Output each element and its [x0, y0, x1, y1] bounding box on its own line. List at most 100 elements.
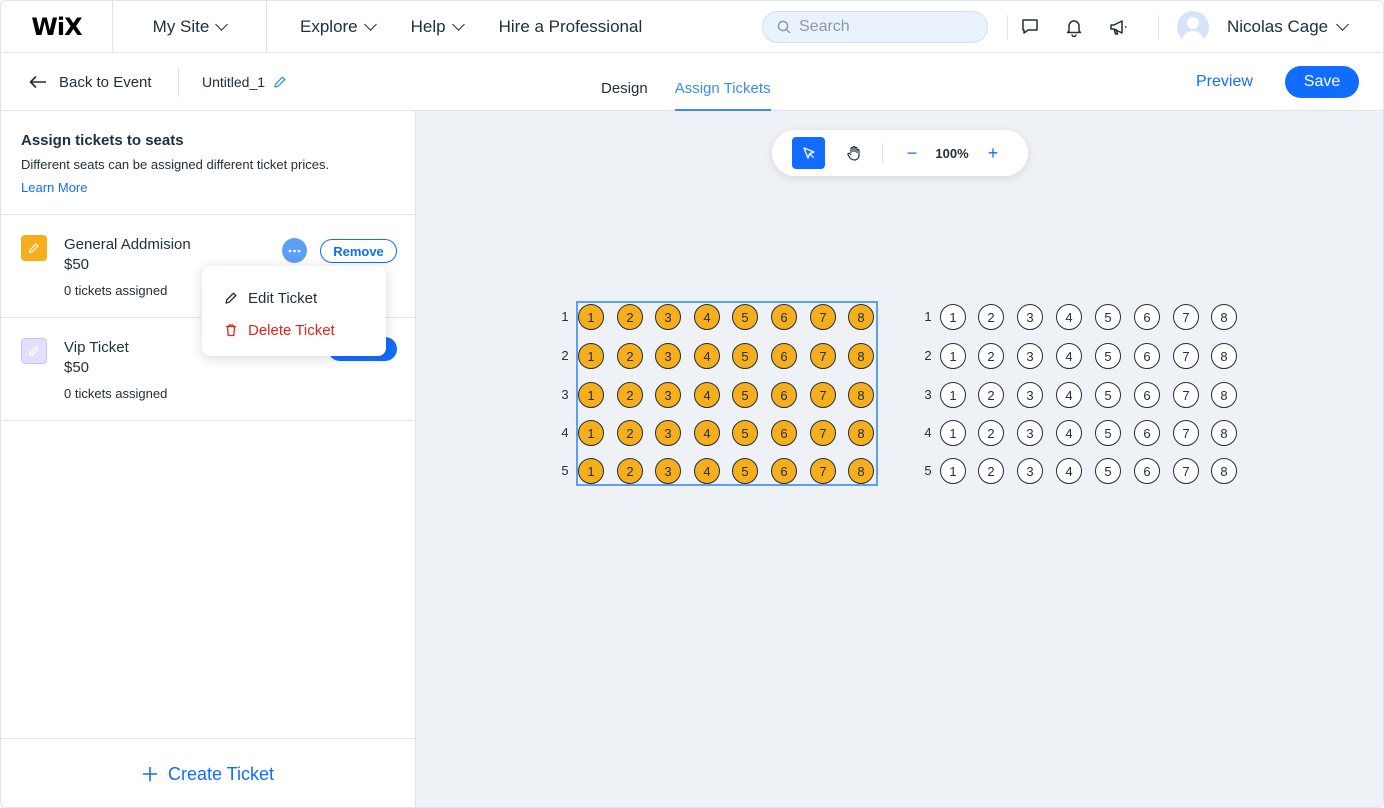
seat[interactable]: 6 [1134, 382, 1160, 408]
seat[interactable]: 6 [1134, 458, 1160, 484]
seat[interactable]: 6 [771, 343, 797, 369]
seat[interactable]: 1 [578, 382, 604, 408]
seat[interactable]: 2 [617, 382, 643, 408]
seat[interactable]: 4 [1056, 382, 1082, 408]
seat[interactable]: 4 [1056, 343, 1082, 369]
chat-button[interactable] [1008, 1, 1052, 53]
seat[interactable]: 1 [578, 304, 604, 330]
seat[interactable]: 5 [732, 420, 758, 446]
seat[interactable]: 2 [978, 420, 1004, 446]
menu-item-edit-ticket[interactable]: Edit Ticket [202, 282, 386, 314]
wix-logo[interactable]: WiX [1, 1, 113, 53]
seat[interactable]: 7 [810, 458, 836, 484]
nav-hire-professional[interactable]: Hire a Professional [499, 17, 643, 37]
tab-assign-tickets[interactable]: Assign Tickets [674, 53, 771, 111]
back-to-event-link[interactable]: Back to Event [29, 53, 152, 111]
seat[interactable]: 7 [810, 420, 836, 446]
seat[interactable]: 5 [1095, 304, 1121, 330]
seat[interactable]: 8 [848, 343, 874, 369]
seat[interactable]: 6 [771, 458, 797, 484]
seat[interactable]: 4 [1056, 420, 1082, 446]
seat[interactable]: 5 [732, 458, 758, 484]
seat[interactable]: 3 [655, 458, 681, 484]
zoom-out-button[interactable]: − [902, 140, 922, 166]
seat[interactable]: 7 [1173, 382, 1199, 408]
seat[interactable]: 5 [732, 382, 758, 408]
seat[interactable]: 4 [694, 458, 720, 484]
seat[interactable]: 7 [1173, 420, 1199, 446]
seat[interactable]: 5 [1095, 458, 1121, 484]
seat[interactable]: 8 [1211, 304, 1237, 330]
seat[interactable]: 8 [1211, 458, 1237, 484]
seat[interactable]: 4 [694, 304, 720, 330]
seat[interactable]: 6 [1134, 343, 1160, 369]
seat[interactable]: 3 [1017, 343, 1043, 369]
seat[interactable]: 1 [578, 420, 604, 446]
seat[interactable]: 8 [848, 382, 874, 408]
seat[interactable]: 2 [978, 304, 1004, 330]
seat[interactable]: 6 [1134, 304, 1160, 330]
hand-tool-button[interactable] [838, 137, 870, 169]
create-ticket-button[interactable]: Create Ticket [1, 738, 415, 807]
announcements-button[interactable] [1096, 1, 1140, 53]
seat[interactable]: 4 [1056, 458, 1082, 484]
user-menu[interactable]: Nicolas Cage [1177, 1, 1349, 53]
select-tool-button[interactable] [792, 137, 825, 169]
seat[interactable]: 6 [771, 420, 797, 446]
seat[interactable]: 1 [940, 420, 966, 446]
seat[interactable]: 3 [655, 382, 681, 408]
learn-more-link[interactable]: Learn More [21, 180, 87, 195]
seat[interactable]: 8 [848, 304, 874, 330]
seat[interactable]: 2 [978, 343, 1004, 369]
seat[interactable]: 3 [655, 420, 681, 446]
seat[interactable]: 1 [578, 458, 604, 484]
seat[interactable]: 3 [1017, 420, 1043, 446]
seat[interactable]: 2 [978, 382, 1004, 408]
seat[interactable]: 2 [617, 420, 643, 446]
seat[interactable]: 3 [655, 343, 681, 369]
seat[interactable]: 7 [810, 343, 836, 369]
seat[interactable]: 1 [578, 343, 604, 369]
seat[interactable]: 5 [732, 343, 758, 369]
tab-design[interactable]: Design [601, 53, 648, 111]
seat[interactable]: 1 [940, 458, 966, 484]
seat[interactable]: 1 [940, 343, 966, 369]
save-button[interactable]: Save [1285, 66, 1359, 98]
nav-explore[interactable]: Explore [300, 17, 377, 37]
seat[interactable]: 7 [1173, 458, 1199, 484]
seat[interactable]: 3 [1017, 458, 1043, 484]
seat[interactable]: 4 [694, 343, 720, 369]
seat[interactable]: 8 [1211, 343, 1237, 369]
seat[interactable]: 8 [848, 420, 874, 446]
seat[interactable]: 7 [1173, 304, 1199, 330]
seat[interactable]: 5 [732, 304, 758, 330]
seat[interactable]: 3 [1017, 382, 1043, 408]
seat[interactable]: 2 [617, 343, 643, 369]
seat[interactable]: 3 [1017, 304, 1043, 330]
seat[interactable]: 5 [1095, 343, 1121, 369]
seat[interactable]: 4 [1056, 304, 1082, 330]
seat[interactable]: 7 [810, 304, 836, 330]
nav-help[interactable]: Help [411, 17, 465, 37]
seat[interactable]: 1 [940, 304, 966, 330]
document-title[interactable]: Untitled_1 [202, 53, 287, 111]
seat[interactable]: 5 [1095, 382, 1121, 408]
my-site-menu[interactable]: My Site [113, 1, 267, 53]
preview-button[interactable]: Preview [1196, 73, 1253, 91]
seat[interactable]: 2 [617, 458, 643, 484]
notifications-button[interactable] [1052, 1, 1096, 53]
remove-button[interactable]: Remove [320, 239, 397, 263]
search-input[interactable] [799, 18, 969, 36]
seat[interactable]: 8 [1211, 382, 1237, 408]
more-actions-button[interactable] [282, 238, 307, 263]
seat[interactable]: 7 [1173, 343, 1199, 369]
seat[interactable]: 2 [978, 458, 1004, 484]
seat[interactable]: 7 [810, 382, 836, 408]
seat[interactable]: 2 [617, 304, 643, 330]
seat[interactable]: 8 [1211, 420, 1237, 446]
seat[interactable]: 8 [848, 458, 874, 484]
seat[interactable]: 3 [655, 304, 681, 330]
seat[interactable]: 4 [694, 382, 720, 408]
seat[interactable]: 4 [694, 420, 720, 446]
seat[interactable]: 6 [771, 382, 797, 408]
